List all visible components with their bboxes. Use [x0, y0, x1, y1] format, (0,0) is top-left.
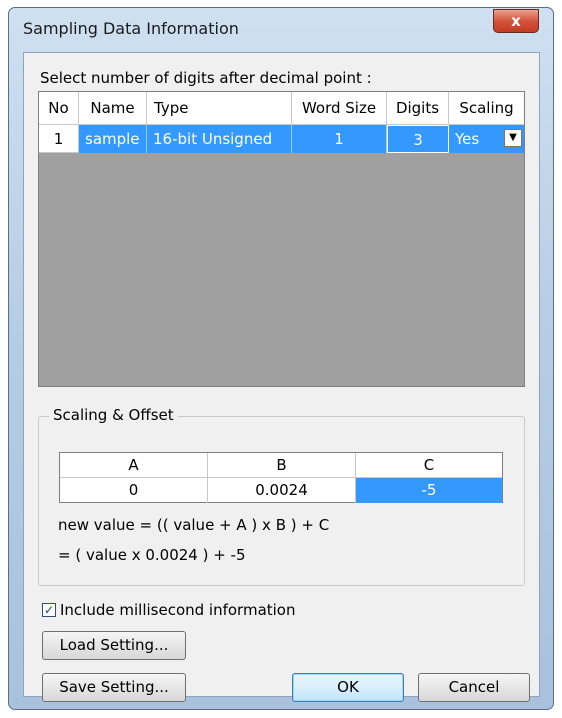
value-b[interactable]: 0.0024 [208, 478, 356, 503]
header-digits: Digits [387, 92, 449, 125]
instruction-label: Select number of digits after decimal po… [40, 69, 372, 87]
scaling-offset-group: Scaling & Offset A B C 0 0.0024 -5 new v… [38, 406, 525, 586]
chevron-down-icon[interactable]: ▼ [504, 129, 522, 147]
header-no: No [39, 92, 79, 125]
scaling-value: Yes [455, 130, 480, 148]
header-type: Type [147, 92, 292, 125]
cell-no[interactable]: 1 [39, 125, 79, 153]
close-icon: x [511, 12, 521, 30]
checkbox-check-icon[interactable]: ✓ [42, 603, 56, 617]
cell-word-size[interactable]: 1 [292, 125, 387, 153]
header-scaling: Scaling [449, 92, 524, 125]
include-millisecond-checkbox[interactable]: ✓ Include millisecond information [42, 601, 296, 619]
cell-scaling-select[interactable]: Yes ▼ [449, 125, 524, 153]
grid-header: No Name Type Word Size Digits Scaling [39, 92, 524, 125]
cancel-button[interactable]: Cancel [418, 673, 530, 702]
header-name: Name [79, 92, 147, 125]
ok-button[interactable]: OK [292, 673, 404, 702]
checkbox-label: Include millisecond information [60, 601, 296, 619]
dialog-window: Sampling Data Information x Select numbe… [8, 7, 554, 710]
formula-line-2: = ( value x 0.0024 ) + -5 [58, 546, 246, 564]
close-button[interactable]: x [493, 9, 539, 33]
header-b: B [208, 453, 356, 478]
group-label: Scaling & Offset [49, 406, 178, 424]
window-title: Sampling Data Information [23, 19, 239, 38]
cell-name[interactable]: sample [79, 125, 147, 153]
header-word-size: Word Size [292, 92, 387, 125]
header-a: A [60, 453, 208, 478]
header-c: C [356, 453, 502, 478]
value-c[interactable]: -5 [356, 478, 502, 503]
value-a[interactable]: 0 [60, 478, 208, 503]
load-setting-button[interactable]: Load Setting... [42, 631, 186, 660]
dialog-client-area: Select number of digits after decimal po… [23, 52, 540, 702]
data-grid[interactable]: No Name Type Word Size Digits Scaling 1 … [38, 91, 525, 387]
cell-digits[interactable]: 3 [387, 125, 449, 153]
formula-line-1: new value = (( value + A ) x B ) + C [58, 516, 330, 534]
cell-type[interactable]: 16-bit Unsigned [147, 125, 292, 153]
scaling-grid[interactable]: A B C 0 0.0024 -5 [59, 452, 503, 503]
save-setting-button[interactable]: Save Setting... [42, 673, 186, 702]
